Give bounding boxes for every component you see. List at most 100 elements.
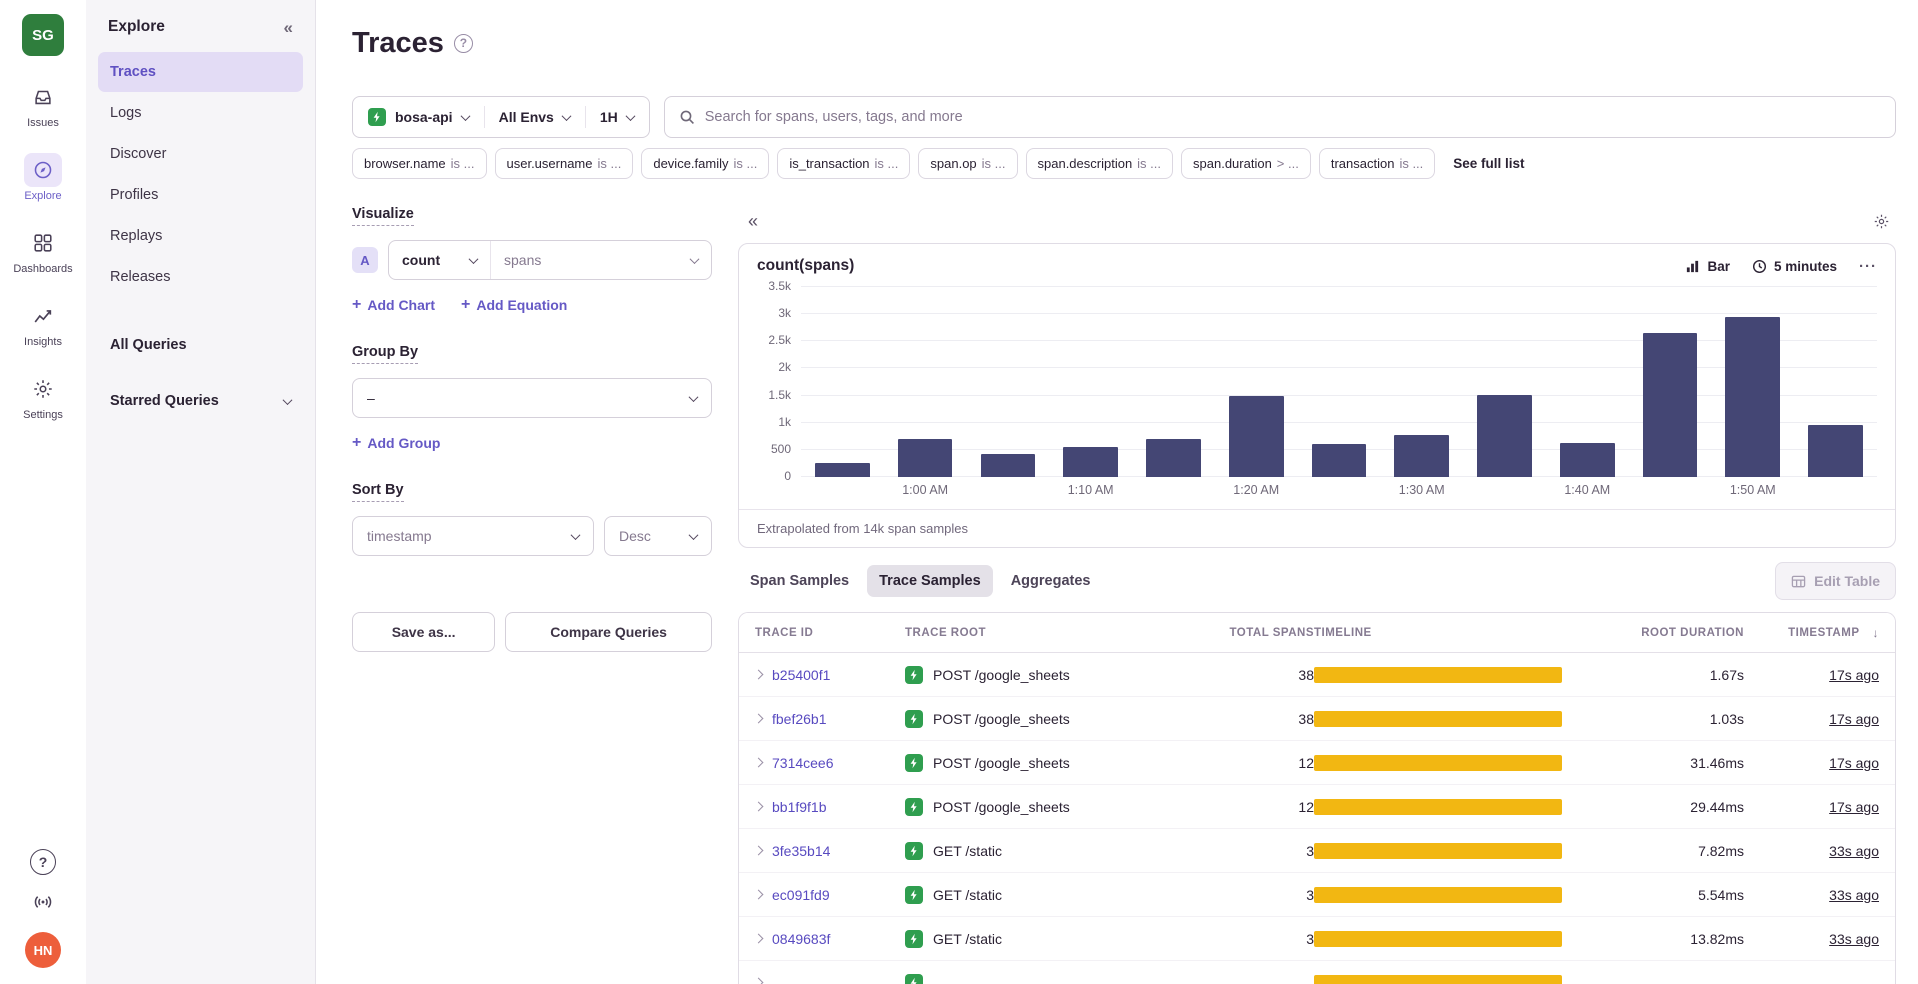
sidebar-item-replays[interactable]: Replays <box>98 216 303 256</box>
page-help-icon[interactable]: ? <box>454 34 473 53</box>
filter-chip-device.family[interactable]: device.familyis ... <box>641 148 769 179</box>
broadcast-button[interactable] <box>32 891 54 916</box>
chart-interval-selector[interactable]: 5 minutes <box>1752 259 1837 274</box>
trace-id-link[interactable]: 7314cee6 <box>772 755 834 771</box>
help-button[interactable]: ? <box>30 849 56 875</box>
timeline-bar[interactable] <box>1314 887 1562 903</box>
edit-table-button[interactable]: Edit Table <box>1775 562 1896 600</box>
filter-chip-span.duration[interactable]: span.duration> ... <box>1181 148 1311 179</box>
nav-item-issues[interactable]: Issues <box>13 80 72 129</box>
expand-row-icon[interactable] <box>754 758 764 768</box>
compare-queries-button[interactable]: Compare Queries <box>505 612 712 652</box>
expand-row-icon[interactable] <box>754 934 764 944</box>
column-header-timeline[interactable]: TIMELINE <box>1314 627 1589 639</box>
timeline-bar[interactable] <box>1314 667 1562 683</box>
timestamp-link[interactable]: 33s ago <box>1829 931 1879 947</box>
trace-id-link[interactable]: 3fe35b14 <box>772 843 830 859</box>
sidebar-item-logs[interactable]: Logs <box>98 93 303 133</box>
save-as-button[interactable]: Save as... <box>352 612 495 652</box>
trace-id-link[interactable]: ec091fd9 <box>772 887 830 903</box>
column-header-timestamp[interactable]: TIMESTAMP↓ <box>1744 626 1879 640</box>
chart-bar[interactable] <box>1808 425 1863 477</box>
add-equation-button[interactable]: + Add Equation <box>461 296 567 314</box>
timestamp-link[interactable]: 33s ago <box>1829 843 1879 859</box>
nav-item-dashboards[interactable]: Dashboards <box>13 226 72 275</box>
filter-chip-span.op[interactable]: span.opis ... <box>918 148 1017 179</box>
chart-bar[interactable] <box>1477 395 1532 477</box>
tab-span-samples[interactable]: Span Samples <box>738 565 861 597</box>
see-full-list-button[interactable]: See full list <box>1443 156 1534 171</box>
sidebar-item-starred-queries[interactable]: Starred Queries <box>98 381 303 421</box>
timestamp-link[interactable]: 33s ago <box>1829 887 1879 903</box>
sidebar-item-profiles[interactable]: Profiles <box>98 175 303 215</box>
sidebar-item-all-queries[interactable]: All Queries <box>98 325 303 365</box>
nav-item-settings[interactable]: Settings <box>13 372 72 421</box>
sidebar-item-releases[interactable]: Releases <box>98 257 303 297</box>
timeline-bar[interactable] <box>1314 755 1562 771</box>
environment-selector[interactable]: All Envs <box>484 97 585 137</box>
timeline-bar[interactable] <box>1314 843 1562 859</box>
chart-bar[interactable] <box>1312 444 1367 477</box>
nav-item-explore[interactable]: Explore <box>13 153 72 202</box>
timeline-bar[interactable] <box>1314 975 1562 984</box>
timeline-bar[interactable] <box>1314 931 1562 947</box>
trace-id-link[interactable]: bb1f9f1b <box>772 799 827 815</box>
group-by-select[interactable]: – <box>352 378 712 418</box>
chart-bar[interactable] <box>1229 396 1284 477</box>
aggregate-select[interactable]: count <box>389 241 491 279</box>
column-header-trace-id[interactable]: TRACE ID <box>755 627 905 639</box>
aggregate-param-select[interactable]: spans <box>491 241 711 279</box>
chart-type-selector[interactable]: Bar <box>1685 259 1730 274</box>
search-box[interactable] <box>664 96 1896 138</box>
nav-item-insights[interactable]: Insights <box>13 299 72 348</box>
sort-direction-select[interactable]: Desc <box>604 516 712 556</box>
expand-row-icon[interactable] <box>754 846 764 856</box>
chart-bar[interactable] <box>1560 443 1615 477</box>
timestamp-link[interactable]: 17s ago <box>1829 755 1879 771</box>
timeline-bar[interactable] <box>1314 711 1562 727</box>
chart-bar[interactable] <box>1063 447 1118 477</box>
trace-id-link[interactable]: fbef26b1 <box>772 711 827 727</box>
filter-chip-transaction[interactable]: transactionis ... <box>1319 148 1435 179</box>
filter-chip-is_transaction[interactable]: is_transactionis ... <box>777 148 910 179</box>
timestamp-link[interactable]: 17s ago <box>1829 799 1879 815</box>
user-avatar[interactable]: HN <box>25 932 61 968</box>
chart-bar[interactable] <box>1643 333 1698 477</box>
sidebar-item-traces[interactable]: Traces <box>98 52 303 92</box>
sidebar-collapse-button[interactable]: « <box>284 19 293 36</box>
tab-aggregates[interactable]: Aggregates <box>999 565 1103 597</box>
settings-gear-button[interactable] <box>1866 206 1896 236</box>
expand-row-icon[interactable] <box>754 890 764 900</box>
column-header-trace-root[interactable]: TRACE ROOT <box>905 627 1194 639</box>
timestamp-link[interactable]: 17s ago <box>1829 711 1879 727</box>
chart-bar[interactable] <box>1725 317 1780 477</box>
expand-row-icon[interactable] <box>754 670 764 680</box>
filter-chip-browser.name[interactable]: browser.nameis ... <box>352 148 487 179</box>
timeline-bar[interactable] <box>1314 799 1562 815</box>
trace-id-link[interactable]: 0849683f <box>772 931 830 947</box>
filter-chip-span.description[interactable]: span.descriptionis ... <box>1026 148 1174 179</box>
add-chart-button[interactable]: + Add Chart <box>352 296 435 314</box>
project-selector[interactable]: bosa-api <box>353 97 484 137</box>
filter-chip-user.username[interactable]: user.usernameis ... <box>495 148 634 179</box>
expand-row-icon[interactable] <box>754 978 764 984</box>
column-header-root-duration[interactable]: ROOT DURATION <box>1589 627 1744 639</box>
chart-bar[interactable] <box>981 454 1036 477</box>
chart-bar[interactable] <box>815 463 870 477</box>
trace-id-link[interactable]: b25400f1 <box>772 667 830 683</box>
chart-bar[interactable] <box>1394 435 1449 477</box>
add-group-button[interactable]: + Add Group <box>352 434 440 452</box>
org-avatar[interactable]: SG <box>22 14 64 56</box>
expand-row-icon[interactable] <box>754 802 764 812</box>
date-range-selector[interactable]: 1H <box>585 97 649 137</box>
tab-trace-samples[interactable]: Trace Samples <box>867 565 993 597</box>
chart-bar[interactable] <box>898 439 953 477</box>
collapse-query-panel-button[interactable]: « <box>738 206 768 236</box>
sort-field-select[interactable]: timestamp <box>352 516 594 556</box>
expand-row-icon[interactable] <box>754 714 764 724</box>
timestamp-link[interactable]: 17s ago <box>1829 667 1879 683</box>
column-header-total-spans[interactable]: TOTAL SPANS <box>1194 627 1314 639</box>
chart-more-options-button[interactable]: ··· <box>1859 258 1877 275</box>
chart-bar[interactable] <box>1146 439 1201 477</box>
sidebar-item-discover[interactable]: Discover <box>98 134 303 174</box>
